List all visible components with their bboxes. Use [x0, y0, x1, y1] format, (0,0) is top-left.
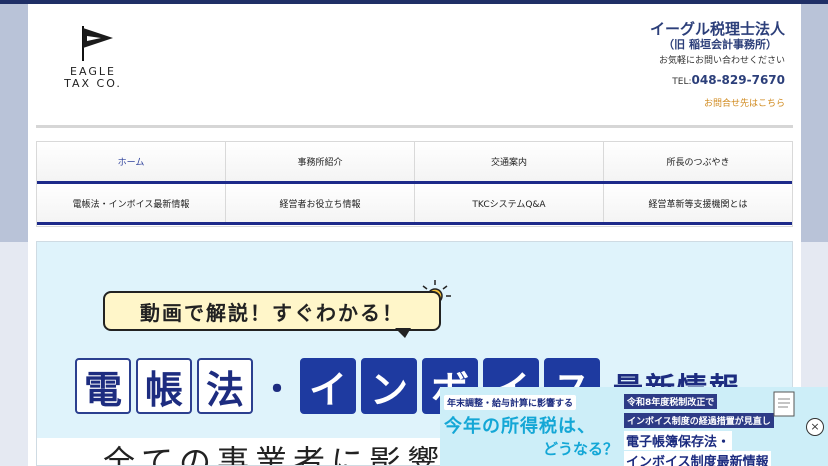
title-char: 電: [75, 358, 131, 414]
title-char: ン: [361, 358, 417, 414]
company-info: イーグル税理士法人 （旧 稲垣会計事務所） お気軽にお問い合わせください TEL…: [485, 20, 785, 111]
ad-income-tax[interactable]: 年末調整・給与計算に影響する 今年の所得税は、 どうなる？: [444, 391, 618, 465]
phone-number[interactable]: TEL:048-829-7670: [485, 71, 785, 91]
close-icon[interactable]: ×: [806, 418, 824, 436]
nav-row-1: ホーム 事務所紹介 交通案内 所長のつぶやき: [37, 142, 792, 184]
ad-left-headline-2: どうなる？: [542, 440, 618, 458]
header-divider: [36, 125, 793, 128]
nav-item-access[interactable]: 交通案内: [415, 142, 604, 181]
logo[interactable]: EAGLE TAX CO.: [54, 24, 134, 94]
ad-left-headline: 今年の所得税は、: [444, 416, 596, 437]
contact-link[interactable]: お問合せ先はこちら: [485, 97, 785, 111]
title-char: 帳: [136, 358, 192, 414]
speech-bubble-tail: [395, 328, 411, 338]
title-char: イ: [300, 358, 356, 414]
ad-right-line-1: 電子帳簿保存法・: [624, 431, 733, 450]
company-former-name: （旧 稲垣会計事務所）: [663, 38, 777, 51]
nav-item-blog[interactable]: 所長のつぶやき: [604, 142, 792, 181]
logo-text: EAGLE TAX CO.: [54, 66, 132, 90]
nav-item-tkc-qa[interactable]: TKCシステムQ&A: [415, 184, 604, 222]
document-icon: [773, 391, 795, 417]
nav-item-business-info[interactable]: 経営者お役立ち情報: [226, 184, 415, 222]
speech-bubble: 動画で解説！すぐわかる！: [103, 291, 441, 331]
tel-prefix: TEL:: [672, 77, 692, 87]
logo-line2: TAX CO.: [64, 77, 122, 90]
nav-item-about[interactable]: 事務所紹介: [226, 142, 415, 181]
ad-right-line-2: インボイス制度最新情報: [624, 451, 771, 466]
nav-row-2: 電帳法・インボイス最新情報 経営者お役立ち情報 TKCシステムQ&A 経営革新等…: [37, 184, 792, 225]
company-name: イーグル税理士法人: [649, 20, 785, 38]
title-dot: ・: [260, 369, 294, 410]
ad-left-tag: 年末調整・給与計算に影響する: [444, 395, 577, 410]
nav-item-support-agency[interactable]: 経営革新等支援機関とは: [604, 184, 792, 222]
main-nav: ホーム 事務所紹介 交通案内 所長のつぶやき 電帳法・インボイス最新情報 経営者…: [36, 141, 793, 227]
banner-subline: 全ての事業者に影響の: [103, 443, 484, 466]
title-char: 法: [197, 358, 253, 414]
floating-ad[interactable]: 年末調整・給与計算に影響する 今年の所得税は、 どうなる？ 令和8年度税制改正で…: [440, 387, 828, 466]
nav-item-home[interactable]: ホーム: [37, 142, 226, 181]
ad-right-tag-1: 令和8年度税制改正で: [624, 394, 718, 409]
contact-note: お気軽にお問い合わせください: [658, 56, 785, 66]
nav-item-invoice-news[interactable]: 電帳法・インボイス最新情報: [37, 184, 226, 222]
eagle-flag-icon: [82, 26, 113, 61]
ad-right-tag-2: インボイス制度の経過措置が見直し: [624, 413, 774, 428]
tel-number: 048-829-7670: [691, 73, 785, 87]
